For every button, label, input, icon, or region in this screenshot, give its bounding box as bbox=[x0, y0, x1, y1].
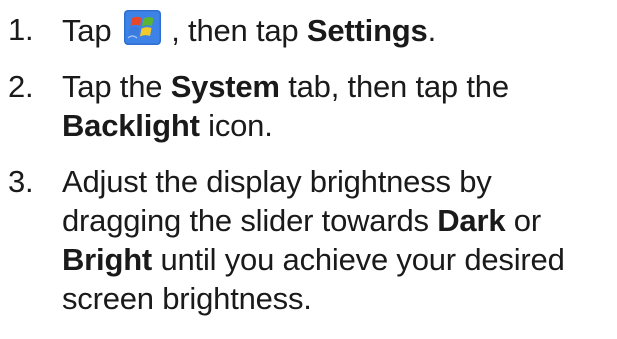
dark-term: Dark bbox=[437, 203, 506, 238]
bright-term: Bright bbox=[62, 242, 153, 277]
system-term: System bbox=[170, 69, 280, 104]
step-text: Tap bbox=[62, 13, 120, 48]
step-1: 1. Tap , then tap Settings. bbox=[0, 10, 617, 50]
step-text: dragging the slider towards bbox=[62, 203, 438, 238]
step-number: 3. bbox=[8, 164, 34, 199]
step-text: tab, then tap the bbox=[279, 69, 509, 104]
step-text: , then tap bbox=[162, 13, 307, 48]
instruction-steps: 1. Tap , then tap Settings. 2. Tap the S… bbox=[0, 0, 617, 318]
settings-term: Settings bbox=[306, 13, 428, 48]
step-text: screen brightness. bbox=[62, 281, 312, 316]
step-text: icon. bbox=[199, 108, 273, 143]
backlight-term: Backlight bbox=[62, 108, 200, 143]
step-number: 1. bbox=[8, 12, 34, 47]
step-text: or bbox=[505, 203, 541, 238]
step-text: . bbox=[427, 13, 437, 48]
step-3: 3. Adjust the display brightness by drag… bbox=[0, 162, 617, 318]
windows-start-icon bbox=[123, 10, 161, 45]
step-number: 2. bbox=[8, 69, 34, 104]
step-text: Tap the bbox=[62, 69, 171, 104]
step-text: until you achieve your desired bbox=[152, 242, 565, 277]
step-text: Adjust the display brightness by bbox=[62, 164, 492, 199]
step-2: 2. Tap the System tab, then tap the Back… bbox=[0, 67, 617, 145]
